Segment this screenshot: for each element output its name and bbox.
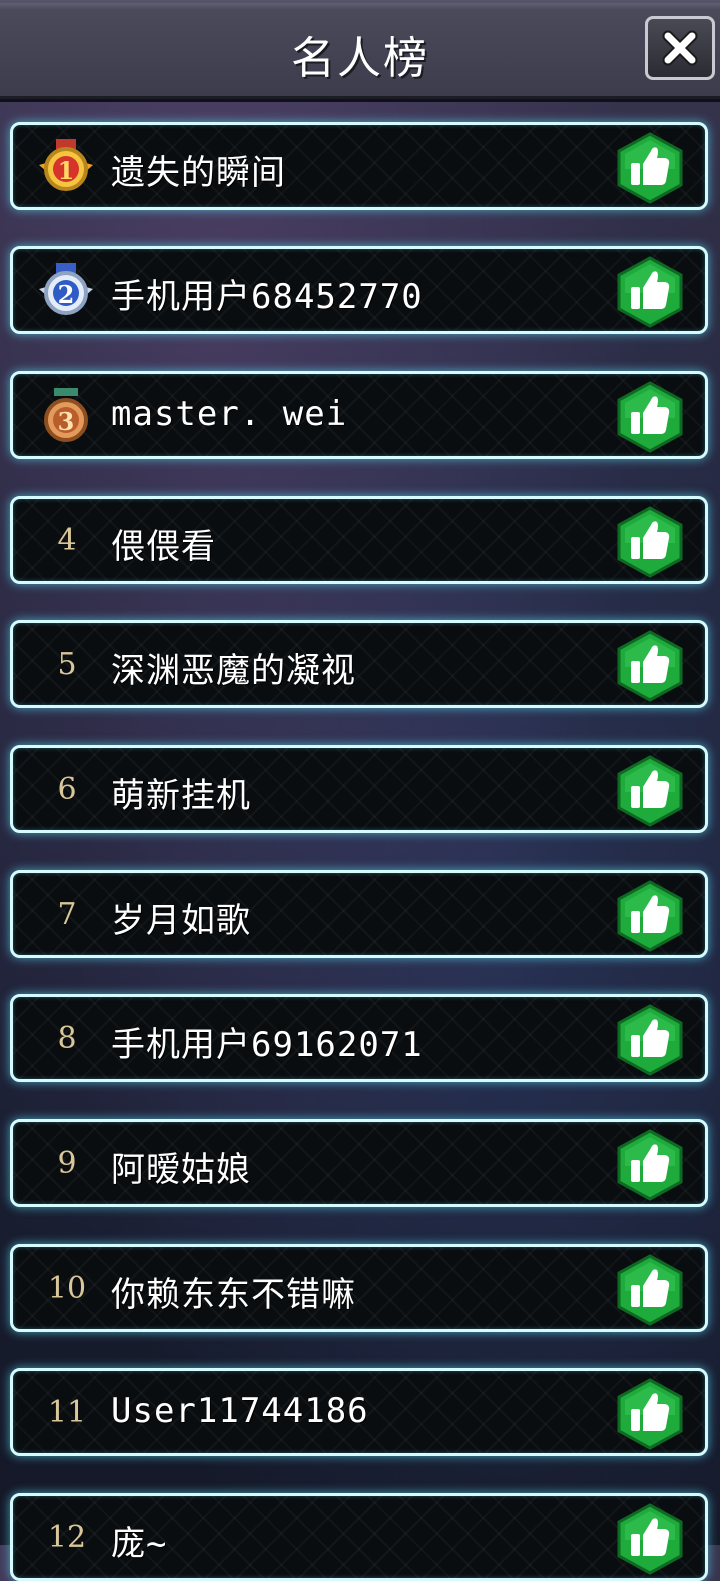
like-button[interactable] [615, 1128, 685, 1202]
thumbs-up-icon [617, 630, 683, 702]
leaderboard-row: 3 master. wei [10, 371, 708, 459]
rank-number: 10 [47, 1271, 87, 1306]
leaderboard-row: 10 你赖东东不错嘛 [10, 1244, 708, 1332]
page-title: 名人榜 [291, 33, 429, 84]
player-name: User11744186 [111, 1391, 369, 1431]
svg-text:2: 2 [58, 280, 75, 309]
rank-number: 4 [57, 523, 77, 558]
thumbs-up-icon [617, 755, 683, 827]
like-button[interactable] [615, 1003, 685, 1077]
player-name: 岁月如歌 [111, 901, 251, 941]
close-button[interactable] [645, 16, 715, 80]
rank-number: 6 [57, 772, 77, 807]
leaderboard-row: 1 遗失的瞬间 [10, 122, 708, 210]
player-name: 手机用户68452770 [111, 277, 423, 317]
gold-medal-icon: 1 [39, 139, 93, 191]
player-name: 遗失的瞬间 [111, 153, 286, 193]
like-button[interactable] [615, 505, 685, 579]
player-name: 阿暧姑娘 [111, 1150, 251, 1190]
svg-text:1: 1 [58, 156, 75, 185]
rank-number: 5 [57, 647, 77, 682]
like-button[interactable] [615, 131, 685, 205]
leaderboard-row: 11 User11744186 [10, 1368, 708, 1456]
leaderboard-row: 8 手机用户69162071 [10, 994, 708, 1082]
thumbs-up-icon [617, 506, 683, 578]
leaderboard-row: 12 庞~ [10, 1493, 708, 1581]
thumbs-up-icon [617, 1004, 683, 1076]
leaderboard-row: 5 深渊恶魔的凝视 [10, 620, 708, 708]
rank-number: 7 [57, 897, 77, 932]
player-name: 庞~ [111, 1524, 168, 1564]
thumbs-up-icon [617, 1378, 683, 1450]
like-button[interactable] [615, 629, 685, 703]
player-name: 萌新挂机 [111, 776, 251, 816]
svg-text:3: 3 [58, 407, 75, 436]
silver-medal-icon: 2 [39, 263, 93, 315]
bronze-medal-icon: 3 [44, 388, 88, 442]
thumbs-up-icon [617, 880, 683, 952]
leaderboard-row: 9 阿暧姑娘 [10, 1119, 708, 1207]
rank-number: 8 [57, 1021, 77, 1056]
leaderboard-row: 7 岁月如歌 [10, 870, 708, 958]
player-name: 偎偎看 [111, 527, 216, 567]
thumbs-up-icon [617, 132, 683, 204]
player-name: 手机用户69162071 [111, 1025, 423, 1065]
like-button[interactable] [615, 754, 685, 828]
rank-number: 9 [57, 1146, 77, 1181]
thumbs-up-icon [617, 1129, 683, 1201]
thumbs-up-icon [617, 1503, 683, 1575]
leaderboard-row: 6 萌新挂机 [10, 745, 708, 833]
player-name: 深渊恶魔的凝视 [111, 651, 356, 691]
thumbs-up-icon [617, 1254, 683, 1326]
like-button[interactable] [615, 1253, 685, 1327]
thumbs-up-icon [617, 381, 683, 453]
like-button[interactable] [615, 1502, 685, 1576]
rank-number: 12 [47, 1520, 87, 1555]
player-name: 你赖东东不错嘛 [111, 1275, 356, 1315]
thumbs-up-icon [617, 256, 683, 328]
rank-number: 11 [47, 1395, 87, 1430]
like-button[interactable] [615, 255, 685, 329]
like-button[interactable] [615, 1377, 685, 1451]
like-button[interactable] [615, 380, 685, 454]
like-button[interactable] [615, 879, 685, 953]
player-name: master. wei [111, 394, 348, 434]
leaderboard-row: 4 偎偎看 [10, 496, 708, 584]
leaderboard-row: 2 手机用户68452770 [10, 246, 708, 334]
top-bar: 名人榜 [0, 0, 720, 102]
close-icon [662, 30, 698, 66]
